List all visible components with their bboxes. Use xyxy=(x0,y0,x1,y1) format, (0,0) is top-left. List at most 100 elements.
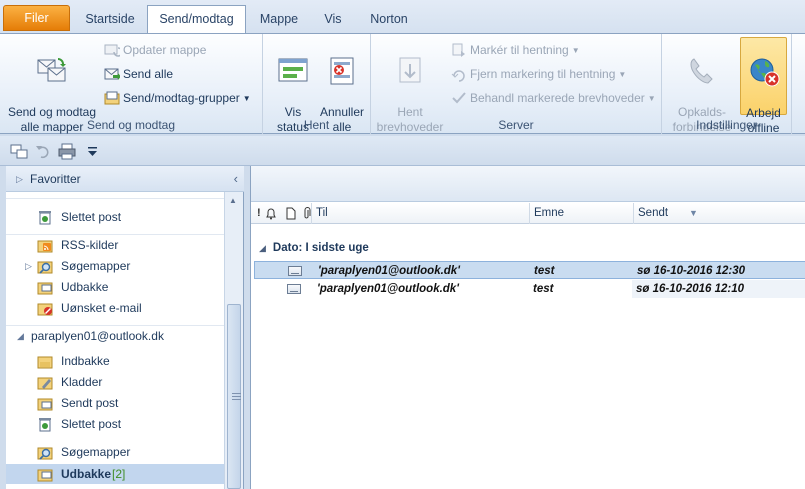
quick-access-toolbar xyxy=(0,136,805,166)
message-to: 'paraplyen01@outlook.dk' xyxy=(317,283,459,295)
globe-offline-icon xyxy=(750,58,779,87)
chevron-down-icon: ▼ xyxy=(618,70,627,79)
print-icon[interactable] xyxy=(58,142,76,160)
folder-deleted-items-favorite[interactable]: Slettet post xyxy=(6,207,224,227)
customize-toolbar-icon[interactable] xyxy=(84,142,102,160)
sent-icon xyxy=(37,398,53,411)
show-status-icon xyxy=(278,58,308,82)
nav-scrollbar[interactable]: ▲ xyxy=(224,192,243,489)
group-server: Hent brevhoveder Markér til hentning ▼ Fj… xyxy=(371,34,662,134)
account-header[interactable]: ◢ paraplyen01@outlook.dk xyxy=(6,326,224,346)
ribbon-tab-bar: Filer Startside Send/modtag Mappe Vis No… xyxy=(0,0,805,34)
navigation-pane: ▷ Favoritter ‹ Slettet post RSS-kilder ▷… xyxy=(6,166,244,489)
account-label: paraplyen01@outlook.dk xyxy=(31,329,164,343)
message-subject: test xyxy=(534,265,555,277)
message-row[interactable]: 'paraplyen01@outlook.dk' test sø 16-10-2… xyxy=(254,261,805,279)
folder-sent-items[interactable]: Sendt post xyxy=(6,393,224,413)
junk-icon xyxy=(37,303,53,316)
work-offline-button[interactable]: Arbejd offline xyxy=(740,37,787,135)
deleted-items-icon xyxy=(39,418,51,432)
collapse-arrow-icon[interactable]: ◢ xyxy=(17,326,24,346)
tab-norton[interactable]: Norton xyxy=(358,6,420,34)
outbox-icon xyxy=(37,282,53,295)
column-sent-label: Sendt xyxy=(638,207,669,219)
mark-to-download-button[interactable]: Markér til hentning ▼ xyxy=(451,40,580,60)
group-label-server: Server xyxy=(498,118,534,132)
importance-icon[interactable]: ! xyxy=(257,207,261,220)
group-header-last-week[interactable]: ◢ Dato: I sidste uge xyxy=(259,242,369,254)
send-receive-groups-dropdown[interactable]: Send/modtag-grupper ▼ xyxy=(104,88,251,108)
grip-line xyxy=(232,399,241,400)
drafts-icon xyxy=(37,377,53,390)
message-list-header xyxy=(251,166,805,202)
group-label-preferences: Indstillinger xyxy=(696,118,757,132)
scrollbar-thumb[interactable] xyxy=(227,304,241,489)
ribbon: Send og modtag alle mapper Opdater mappe… xyxy=(0,33,805,135)
folder-label: Udbakke xyxy=(61,280,109,294)
column-subject[interactable]: Emne xyxy=(529,203,633,224)
download-headers-icon xyxy=(399,57,421,83)
update-folder-button[interactable]: Opdater mappe xyxy=(104,40,206,60)
folder-outbox-favorite[interactable]: Udbakke xyxy=(6,277,224,297)
folder-outbox[interactable]: Udbakke [2] xyxy=(6,464,224,484)
message-sent: sø 16-10-2016 12:10 xyxy=(636,283,745,295)
message-row[interactable]: 'paraplyen01@outlook.dk' test sø 16-10-2… xyxy=(254,280,805,298)
chevron-down-icon: ▼ xyxy=(571,46,580,55)
group-preferences: Opkalds- forbindelse Arbejd offline Inds… xyxy=(662,34,792,135)
folder-junk-email[interactable]: Uønsket e-mail xyxy=(6,298,224,318)
expand-arrow-icon[interactable]: ▷ xyxy=(25,256,32,276)
tab-send-receive[interactable]: Send/modtag xyxy=(147,5,246,34)
send-receive-all-icon[interactable] xyxy=(10,142,28,160)
outbox-icon xyxy=(37,469,53,482)
folder-label: RSS-kilder xyxy=(61,238,119,252)
process-marked-headers-button[interactable]: Behandl markerede brevhoveder ▼ xyxy=(451,88,656,108)
tab-view[interactable]: Vis xyxy=(312,6,354,34)
phone-icon xyxy=(690,58,713,84)
reminder-bell-icon[interactable] xyxy=(264,207,278,220)
favorites-header[interactable]: ▷ Favoritter ‹ xyxy=(6,166,244,192)
folder-inbox[interactable]: Indbakke xyxy=(6,351,224,371)
message-sent: sø 16-10-2016 12:30 xyxy=(637,265,746,277)
scroll-up-icon[interactable]: ▲ xyxy=(229,196,237,205)
item-type-icon[interactable] xyxy=(286,207,296,220)
tab-file[interactable]: Filer xyxy=(3,5,70,31)
message-subject: test xyxy=(533,283,554,295)
collapse-arrow-icon[interactable]: ◢ xyxy=(259,243,266,253)
folder-label: Søgemapper xyxy=(61,445,131,459)
folder-search-folders-account[interactable]: Søgemapper xyxy=(6,442,224,462)
folder-label: Slettet post xyxy=(61,417,122,431)
envelope-icon xyxy=(287,284,301,294)
envelope-icon xyxy=(288,266,302,276)
group-send-receive: Send og modtag alle mapper Opdater mappe… xyxy=(0,34,263,134)
folder-label: Kladder xyxy=(61,375,103,389)
folder-deleted-items[interactable]: Slettet post xyxy=(6,414,224,434)
send-all-button[interactable]: Send alle xyxy=(104,64,173,84)
tab-folder[interactable]: Mappe xyxy=(250,6,308,34)
undo-icon[interactable] xyxy=(34,142,52,160)
send-receive-groups-icon xyxy=(104,91,120,105)
collapse-pane-icon[interactable]: ‹ xyxy=(234,171,238,186)
sort-descending-icon: ▼ xyxy=(689,208,698,218)
folder-rss-feeds[interactable]: RSS-kilder xyxy=(6,235,224,255)
folder-label: Slettet post xyxy=(61,210,122,224)
folder-drafts[interactable]: Kladder xyxy=(6,372,224,392)
folder-search-folders[interactable]: ▷ Søgemapper xyxy=(6,256,224,276)
search-folder-icon xyxy=(37,447,53,460)
unmark-to-download-button[interactable]: Fjern markering til hentning ▼ xyxy=(451,64,626,84)
column-sent[interactable]: Sendt ▼ xyxy=(633,203,805,224)
search-folder-icon xyxy=(37,261,53,274)
folder-label: Uønsket e-mail xyxy=(61,301,142,315)
column-to[interactable]: Til xyxy=(311,203,529,224)
send-all-icon xyxy=(104,68,120,80)
tab-home[interactable]: Startside xyxy=(75,6,145,34)
folder-label: Udbakke xyxy=(61,467,112,481)
chevron-down-icon: ▼ xyxy=(647,94,656,103)
mark-download-icon xyxy=(452,43,465,57)
rss-icon xyxy=(37,240,53,253)
column-headers: ! Til Emne Sendt ▼ xyxy=(251,203,805,224)
inbox-icon xyxy=(37,356,53,369)
attachment-icon[interactable] xyxy=(303,207,311,220)
favorites-label: Favoritter xyxy=(30,172,81,186)
send-receive-all-icon xyxy=(37,58,66,82)
expand-arrow-icon[interactable]: ▷ xyxy=(16,174,23,185)
